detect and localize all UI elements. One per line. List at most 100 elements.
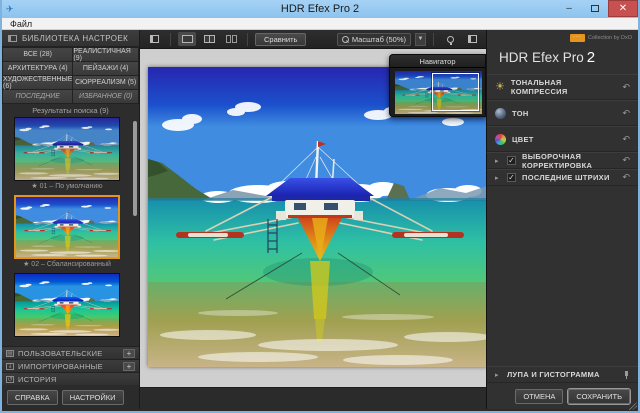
preset-thumbnail — [14, 195, 120, 259]
menu-file[interactable]: Файл — [2, 19, 40, 29]
custom-presets-icon: ▤ — [6, 350, 14, 357]
pin-icon[interactable] — [622, 371, 630, 379]
section-color[interactable]: ЦВЕТ ↶ — [487, 126, 638, 152]
split-view-icon — [204, 35, 215, 43]
import-preset-button[interactable]: + — [123, 362, 135, 371]
zoom-level-label: Масштаб (50%) — [352, 35, 406, 44]
import-icon: ↧ — [6, 363, 14, 370]
tab-surreal[interactable]: СЮРРЕАЛИЗМ (5) — [73, 76, 138, 89]
tab-all[interactable]: ВСЕ (28) — [3, 48, 72, 61]
finishing-touches-checkbox[interactable]: ✓ — [507, 173, 516, 182]
toolbar-separator — [247, 33, 248, 46]
toolbar-separator — [170, 33, 171, 46]
tab-landscapes[interactable]: ПЕЙЗАЖИ (4) — [73, 62, 138, 75]
section-finishing-touches[interactable]: ▸ ✓ ПОСЛЕДНИЕ ШТРИХИ ↶ — [487, 169, 638, 186]
search-results-header: Результаты поиска (9) — [2, 104, 139, 117]
tone-sphere-icon — [495, 108, 506, 119]
navigator-panel: Навигатор — [389, 54, 486, 117]
titlebar: ✈ HDR Efex Pro 2 – ✕ — [2, 0, 638, 18]
close-button[interactable]: ✕ — [608, 0, 638, 17]
navigator-header[interactable]: Навигатор — [390, 55, 485, 68]
section-imported[interactable]: ↧ ИМПОРТИРОВАННЫЕ + — [2, 359, 139, 372]
cancel-button[interactable]: ОТМЕНА — [515, 389, 563, 404]
settings-button[interactable]: НАСТРОЙКИ — [62, 390, 124, 405]
toolbar: Сравнить Масштаб (50%) ▼ — [140, 30, 486, 49]
preset-label: ★ 02 – Сбалансированный — [14, 259, 120, 271]
library-header-label: БИБЛИОТЕКА НАСТРОЕК — [22, 34, 128, 43]
action-buttons: ОТМЕНА СОХРАНИТЬ — [487, 383, 638, 409]
preset-library-panel: БИБЛИОТЕКА НАСТРОЕК ВСЕ (28) РЕАЛИСТИЧНА… — [2, 30, 140, 409]
section-label: ПОЛЬЗОВАТЕЛЬСКИЕ — [18, 349, 119, 358]
tab-artistic[interactable]: ХУДОЖЕСТВЕННЫЕ (6) — [3, 76, 72, 89]
reset-button[interactable]: ↶ — [622, 83, 630, 92]
side-by-side-icon — [226, 35, 237, 43]
menubar: Файл — [2, 18, 638, 30]
bottom-strip — [140, 387, 486, 409]
tab-architecture[interactable]: АРХИТЕКТУРА (4) — [3, 62, 72, 75]
add-custom-preset-button[interactable]: + — [123, 349, 135, 358]
section-loupe-histogram[interactable]: ▸ ЛУПА И ГИСТОГРАММА — [487, 366, 638, 383]
product-title: HDR Efex Pro2 — [487, 43, 638, 74]
section-history[interactable]: ↺ ИСТОРИЯ — [2, 372, 139, 385]
minimize-button[interactable]: – — [556, 0, 582, 17]
lightbulb-button[interactable] — [441, 32, 459, 46]
app-window: ✈ HDR Efex Pro 2 – ✕ Файл БИБЛИОТЕКА НАС… — [0, 0, 640, 413]
tab-realistic[interactable]: РЕАЛИСТИЧНАЯ (9) — [73, 48, 138, 61]
save-button[interactable]: СОХРАНИТЬ — [568, 389, 630, 404]
reset-button[interactable]: ↶ — [622, 109, 630, 118]
preset-item-01[interactable]: ★ 01 – По умолчанию — [14, 117, 120, 193]
panel-toggle-icon — [150, 35, 159, 43]
library-header[interactable]: БИБЛИОТЕКА НАСТРОЕК — [2, 30, 139, 47]
magnifier-icon — [342, 36, 349, 43]
section-label: ЦВЕТ — [512, 135, 616, 144]
single-view-icon — [182, 35, 193, 43]
reset-button[interactable]: ↶ — [622, 173, 630, 182]
adjustments-panel: ··· Collection by DxO HDR Efex Pro2 ☀ ТО… — [486, 30, 638, 409]
split-view-button[interactable] — [200, 32, 218, 46]
section-label: ТОНАЛЬНАЯ КОМПРЕССИЯ — [511, 78, 617, 96]
section-custom[interactable]: ▤ ПОЛЬЗОВАТЕЛЬСКИЕ + — [2, 346, 139, 359]
section-selective-adjustments[interactable]: ▸ ✓ ВЫБОРОЧНАЯ КОРРЕКТИРОВКА ↶ — [487, 152, 638, 169]
reset-button[interactable]: ↶ — [622, 156, 630, 165]
category-tabs: ВСЕ (28) РЕАЛИСТИЧНАЯ (9) АРХИТЕКТУРА (4… — [2, 47, 139, 104]
section-label: ИМПОРТИРОВАННЫЕ — [18, 362, 119, 371]
section-label: ВЫБОРОЧНАЯ КОРРЕКТИРОВКА — [522, 152, 616, 170]
section-label: ИСТОРИЯ — [18, 375, 135, 384]
zoom-dropdown-button[interactable]: ▼ — [415, 33, 426, 46]
expand-icon[interactable]: ▸ — [495, 371, 501, 379]
expand-icon[interactable]: ▸ — [495, 157, 501, 165]
window-title: HDR Efex Pro 2 — [2, 0, 638, 18]
help-button[interactable]: СПРАВКА — [7, 390, 58, 405]
color-wheel-icon — [495, 134, 506, 145]
toggle-library-panel-button[interactable] — [145, 32, 163, 46]
navigator-thumbnail — [395, 71, 482, 114]
preset-item-02-selected[interactable]: ★ 02 – Сбалансированный — [14, 195, 120, 271]
tab-recent[interactable]: ПОСЛЕДНИЕ — [3, 90, 72, 103]
section-label: ТОН — [512, 109, 616, 118]
background-color-button[interactable] — [463, 32, 481, 46]
compare-button[interactable]: Сравнить — [255, 33, 306, 46]
section-tonal-compression[interactable]: ☀ ТОНАЛЬНАЯ КОМПРЕССИЯ ↶ — [487, 74, 638, 100]
side-by-side-view-button[interactable] — [222, 32, 240, 46]
brand-row: ··· Collection by DxO — [487, 30, 638, 43]
app-icon: ✈ — [6, 4, 18, 14]
section-label: ПОСЛЕДНИЕ ШТРИХИ — [522, 173, 616, 182]
maximize-button[interactable] — [582, 0, 608, 17]
zoom-control[interactable]: Масштаб (50%) — [337, 33, 411, 46]
preset-label: ★ 01 – По умолчанию — [14, 181, 120, 193]
window-resize-grip[interactable] — [629, 402, 637, 410]
library-panel-icon — [8, 35, 17, 42]
maximize-icon — [591, 5, 599, 12]
history-icon: ↺ — [6, 376, 14, 383]
preset-list-scrollbar[interactable] — [133, 121, 137, 216]
tab-favorites[interactable]: ИЗБРАННОЕ (0) — [73, 90, 138, 103]
selective-adjustments-checkbox[interactable]: ✓ — [507, 156, 516, 165]
single-view-button[interactable] — [178, 32, 196, 46]
section-tone[interactable]: ТОН ↶ — [487, 100, 638, 126]
expand-icon[interactable]: ▸ — [495, 174, 501, 182]
navigator-viewport-rect[interactable] — [432, 73, 479, 111]
lightbulb-icon — [447, 36, 454, 43]
preset-item-03[interactable] — [14, 273, 120, 337]
preset-thumbnail — [14, 273, 120, 337]
reset-button[interactable]: ↶ — [622, 135, 630, 144]
